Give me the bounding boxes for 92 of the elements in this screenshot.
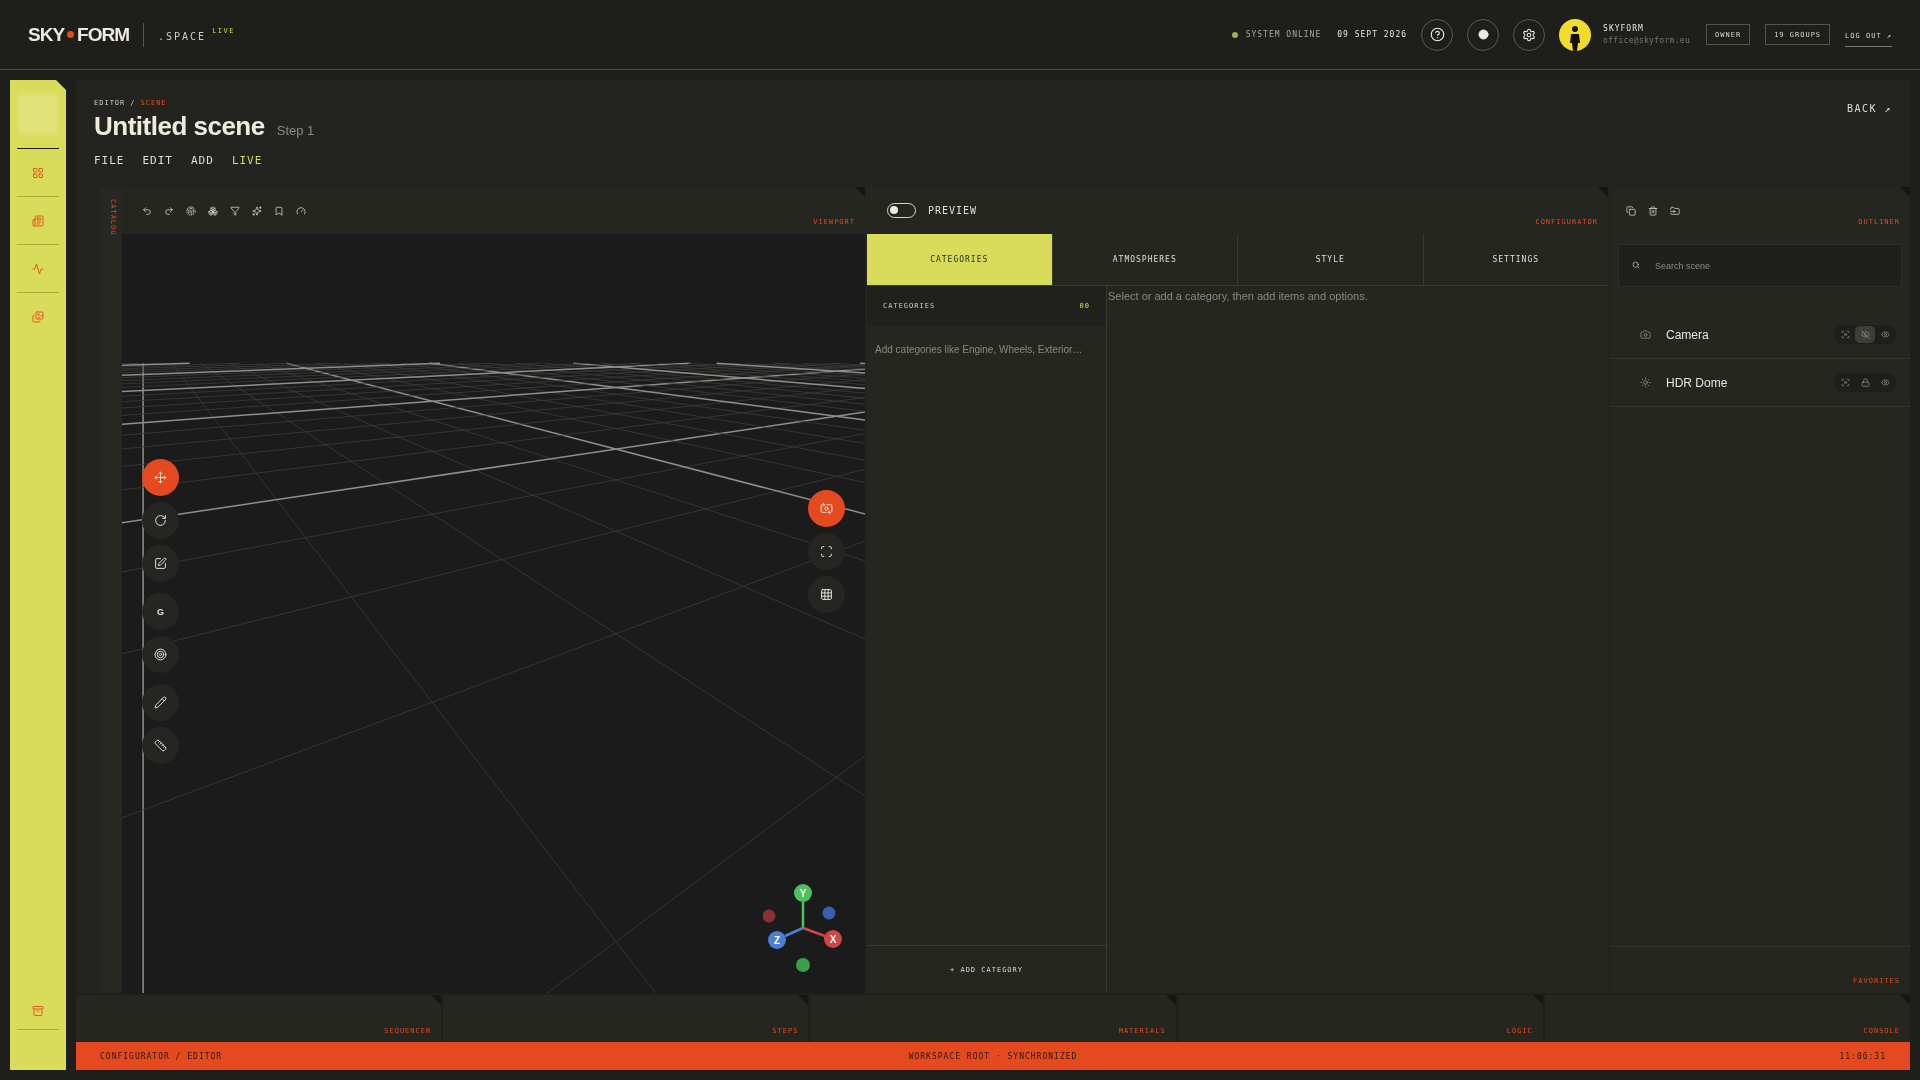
fingerprint-button[interactable] [186, 205, 196, 216]
config-tab[interactable]: CATEGORIES [867, 234, 1053, 285]
space-label: .SPACE [158, 31, 207, 42]
step-label: Step 1 [276, 123, 315, 138]
date-label: 09 SEPT 2026 [1337, 30, 1408, 39]
folder-button[interactable] [1670, 205, 1680, 216]
menu-item[interactable]: LIVE [231, 154, 263, 167]
gauge-icon [296, 205, 306, 216]
dot-icon [1477, 29, 1489, 40]
fingerprint-icon [186, 205, 196, 216]
hint-text: Select or add a category, then add items and options. [1107, 289, 1368, 304]
ruler-tool-button[interactable] [142, 727, 179, 764]
lock-icon [1860, 378, 1870, 387]
grid-icon [32, 166, 44, 179]
focus-icon [1840, 330, 1850, 339]
axis-end-dot[interactable] [796, 958, 810, 972]
bookmark-icon [274, 205, 284, 216]
user-email: office@skyform.eu [1603, 36, 1691, 45]
user-avatar[interactable] [1559, 18, 1592, 51]
ruler-icon [154, 739, 167, 752]
axis-end-dot[interactable] [822, 906, 836, 920]
sun-icon [1640, 377, 1651, 388]
duplicate-button[interactable] [1626, 205, 1636, 216]
delete-button[interactable] [1648, 205, 1658, 216]
camera-icon [1640, 329, 1651, 340]
sparkles-button[interactable] [252, 205, 262, 216]
page-icon [32, 214, 44, 227]
rotate-icon [154, 514, 167, 527]
sparkles-icon [252, 205, 262, 216]
move-tool-button[interactable] [142, 459, 179, 496]
settings-icon [1522, 27, 1537, 42]
edit-square-tool-button[interactable] [142, 545, 179, 582]
grid-button[interactable] [808, 576, 845, 613]
boxes-button[interactable] [208, 205, 218, 216]
status-left: CONFIGURATOR / EDITOR [100, 1051, 223, 1061]
z-axis-handle[interactable]: Z [768, 926, 804, 949]
folder-icon [1670, 205, 1680, 216]
outliner-row[interactable]: Camera [1610, 311, 1910, 359]
status-label: SYSTEM ONLINE [1245, 30, 1322, 39]
status-center: WORKSPACE ROOT · SYNCHRONIZED [908, 1051, 1078, 1061]
undo-icon [142, 205, 152, 216]
target-tool-button[interactable] [142, 636, 179, 673]
menu-item[interactable]: EDIT [142, 154, 173, 167]
eye-icon [1880, 330, 1890, 339]
outliner-row[interactable]: HDR Dome [1610, 359, 1910, 407]
gauge-button[interactable] [296, 205, 306, 216]
edit-square-icon [154, 557, 167, 570]
search-field[interactable]: Search scene [1618, 244, 1902, 287]
rail-logo [18, 94, 58, 134]
camera-button[interactable] [808, 490, 845, 527]
config-tab[interactable]: ATMOSPHERES [1052, 234, 1238, 285]
copy-icon [1626, 205, 1636, 216]
rotate-tool-button[interactable] [142, 502, 179, 539]
boxes-icon [208, 205, 218, 216]
menu-item[interactable]: FILE [94, 154, 125, 167]
filter-icon [230, 205, 240, 216]
fullscreen-icon [820, 545, 833, 558]
redo-icon [164, 205, 174, 216]
preview-label: PREVIEW [928, 205, 978, 216]
target-icon [154, 648, 167, 661]
pencil-tool-button[interactable] [142, 684, 179, 721]
focus-icon [1840, 378, 1850, 387]
images-icon [32, 310, 44, 323]
user-name: SKYFORM [1603, 24, 1645, 33]
back-link[interactable]: BACK ↗ [1846, 103, 1892, 114]
undo-button[interactable] [142, 205, 152, 216]
object-name: Camera [1666, 327, 1710, 342]
pencil-icon [154, 696, 167, 709]
menu-item[interactable]: ADD [191, 154, 214, 167]
bookmark-button[interactable] [274, 205, 284, 216]
config-tab[interactable]: SETTINGS [1423, 234, 1608, 285]
status-time: 11:06:31 [1839, 1051, 1886, 1061]
tool-button[interactable]: G [142, 593, 179, 630]
object-name: HDR Dome [1666, 375, 1729, 390]
skyform-logo[interactable]: SKY FORM [28, 23, 129, 46]
camera-icon [820, 502, 833, 515]
lock-button[interactable] [1855, 326, 1875, 343]
trash-icon [1648, 205, 1658, 216]
archive-icon [32, 1005, 44, 1017]
scene-title: Untitled scene [94, 111, 265, 142]
help-icon [1429, 27, 1445, 42]
config-tab[interactable]: STYLE [1238, 234, 1424, 285]
eye-icon [1880, 378, 1890, 387]
crossed-icon [1860, 330, 1870, 339]
empty-categories-text: Add categories like Engine, Wheels, Exterior… [874, 343, 1084, 357]
filter-button[interactable] [230, 205, 240, 216]
search-icon [1632, 261, 1640, 269]
pulse-icon [32, 262, 44, 275]
x-axis-handle[interactable]: X [802, 926, 842, 948]
grid-icon [820, 588, 833, 601]
move-icon [154, 471, 167, 484]
redo-button[interactable] [164, 205, 174, 216]
